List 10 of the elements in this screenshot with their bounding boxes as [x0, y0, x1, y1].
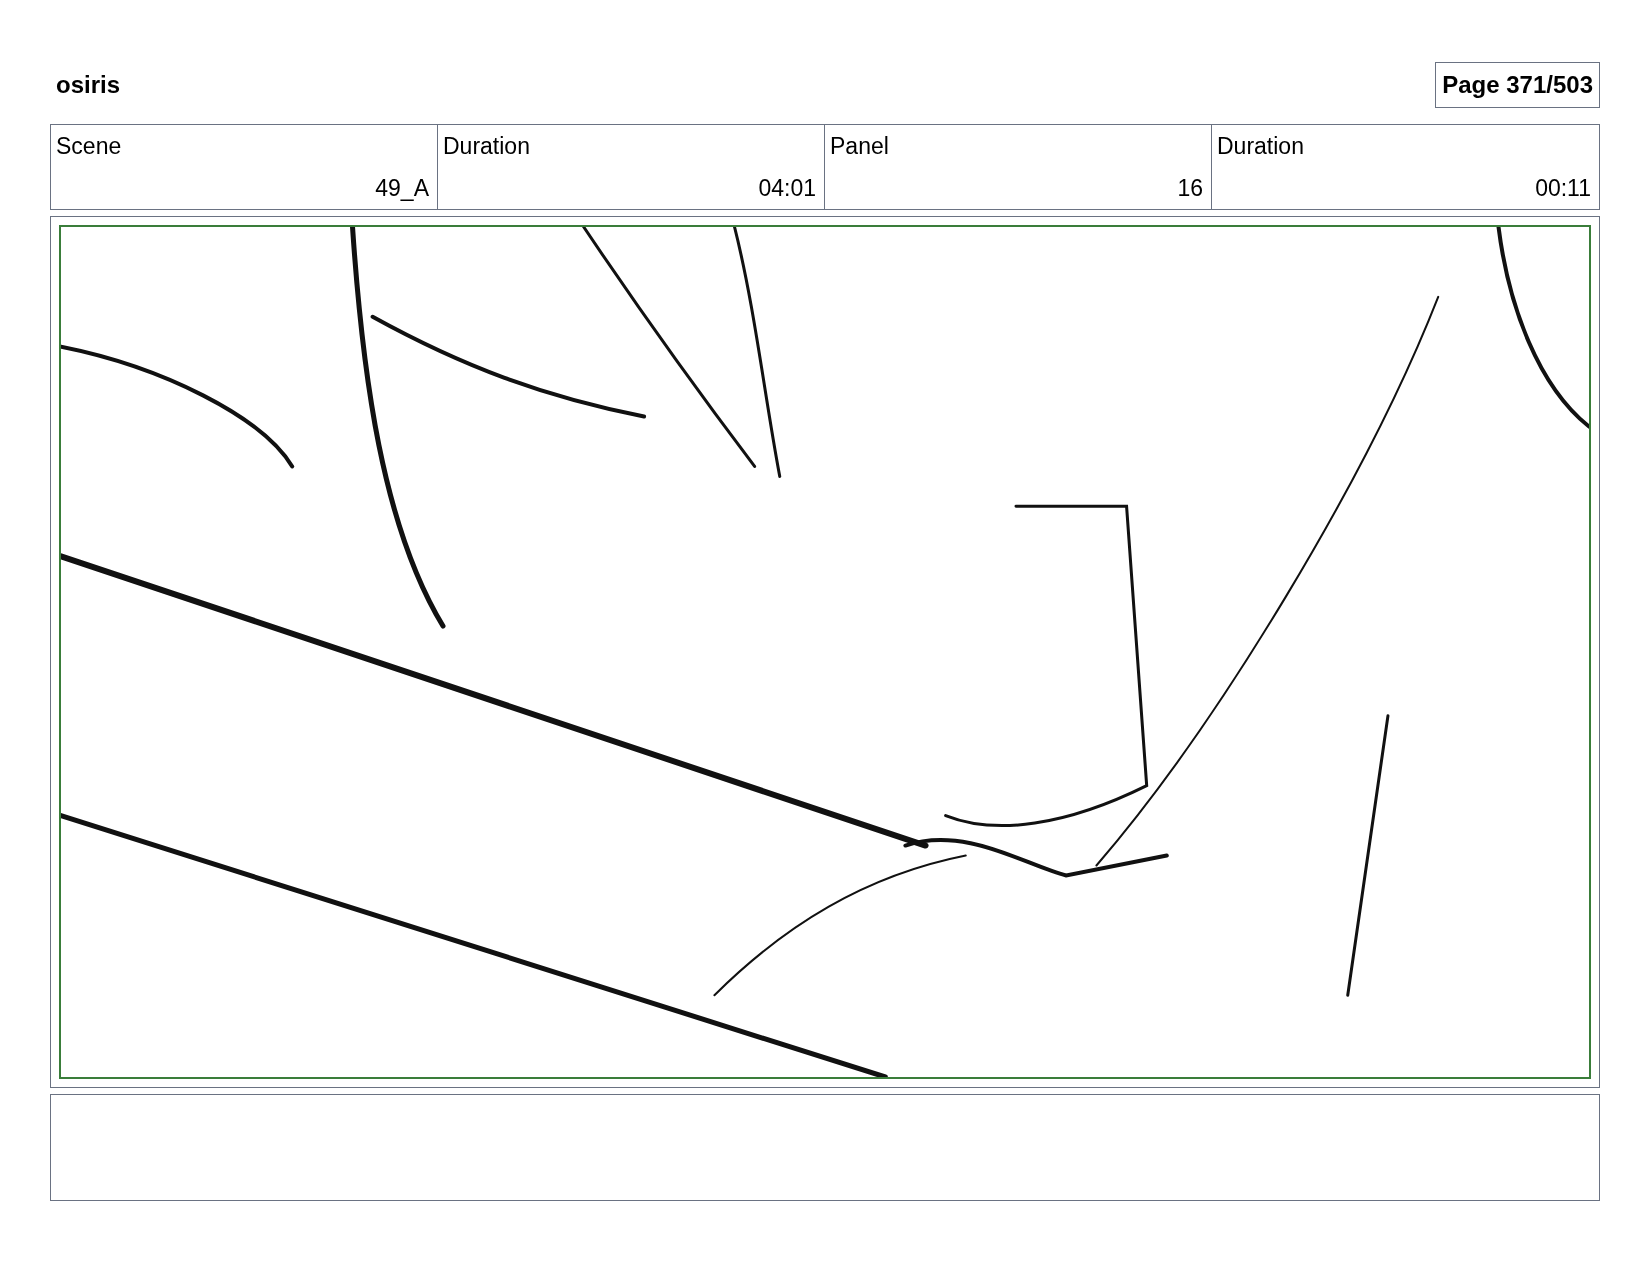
field-value: 00:11	[1534, 173, 1591, 203]
field-label: Duration	[1217, 132, 1305, 161]
field-label: Scene	[56, 132, 123, 161]
project-title: osiris	[56, 69, 121, 100]
field-value: 16	[1176, 173, 1203, 203]
page-number: Page 371/503	[1435, 61, 1600, 108]
field-value: 04:01	[757, 173, 816, 203]
field-label: Duration	[443, 132, 531, 161]
field-value: 49_A	[374, 173, 429, 203]
field-label: Panel	[830, 132, 890, 161]
